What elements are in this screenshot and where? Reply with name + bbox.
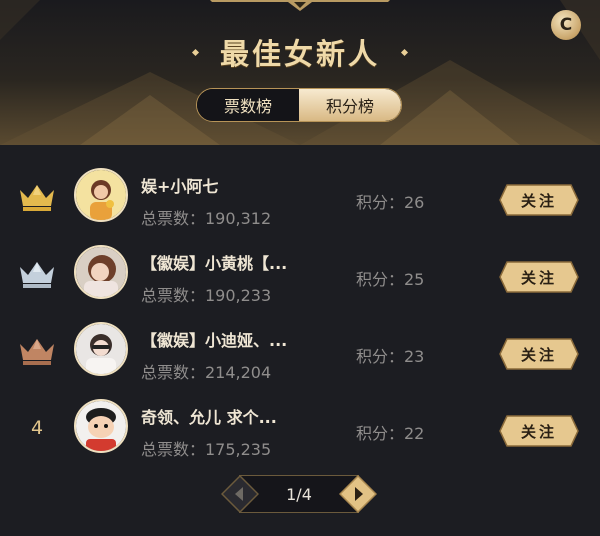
title-row: 最佳女新人 [0, 30, 600, 74]
tab-points[interactable]: 积分榜 [299, 89, 401, 121]
rank-number: 4 [30, 417, 44, 439]
top-ornament [210, 0, 390, 11]
bronze-crown-icon [20, 339, 54, 365]
avatar[interactable] [74, 399, 128, 453]
rank-badge [16, 180, 58, 214]
tab-votes[interactable]: 票数榜 [197, 89, 299, 121]
list-item: 娱+小阿七 总票数：190,312 积分：26 关注 [0, 158, 600, 234]
streamer-name[interactable]: 奇领、允儿 求个... [141, 404, 321, 428]
avatar[interactable] [74, 245, 128, 299]
follow-button[interactable]: 关注 [499, 184, 579, 216]
prev-page-button[interactable] [220, 474, 260, 514]
page-title: 最佳女新人 [219, 37, 380, 71]
pagination: 1/4 [220, 474, 378, 514]
total-votes: 总票数：175,235 [141, 440, 272, 459]
rank-badge [16, 334, 58, 368]
panel-header: C 最佳女新人 票数榜 积分榜 [0, 0, 600, 145]
chevron-right-icon [338, 474, 378, 514]
total-votes: 总票数：190,233 [141, 286, 272, 305]
silver-crown-icon [20, 262, 54, 288]
title-left-diamond [191, 48, 200, 56]
follow-button[interactable]: 关注 [499, 415, 579, 447]
ranking-panel: C 最佳女新人 票数榜 积分榜 娱+小阿七 总票数：190,312 积分：26 … [0, 0, 600, 536]
points: 积分：22 [356, 424, 425, 443]
streamer-name[interactable]: 【徽娱】小迪娅、... [141, 327, 321, 351]
points: 积分：23 [356, 347, 425, 366]
chevron-left-icon [220, 474, 260, 514]
next-page-button[interactable] [338, 474, 378, 514]
follow-button[interactable]: 关注 [499, 261, 579, 293]
list-item: 4 奇领、允儿 求个... 总票数：175,235 积分：22 关注 [0, 389, 600, 465]
gold-crown-icon [20, 185, 54, 211]
avatar[interactable] [74, 322, 128, 376]
rank-badge: 4 [16, 411, 58, 445]
rank-badge [16, 257, 58, 291]
total-votes: 总票数：214,204 [141, 363, 272, 382]
title-right-diamond [400, 48, 409, 56]
ranking-tabs: 票数榜 积分榜 [196, 88, 402, 122]
follow-button[interactable]: 关注 [499, 338, 579, 370]
avatar[interactable] [74, 168, 128, 222]
list-item: 【徽娱】小迪娅、... 总票数：214,204 积分：23 关注 [0, 312, 600, 388]
list-item: 【徽娱】小黄桃【... 总票数：190,233 积分：25 关注 [0, 235, 600, 311]
total-votes: 总票数：190,312 [141, 209, 272, 228]
streamer-name[interactable]: 【徽娱】小黄桃【... [141, 250, 321, 274]
points: 积分：26 [356, 193, 425, 212]
points: 积分：25 [356, 270, 425, 289]
streamer-name[interactable]: 娱+小阿七 [141, 173, 321, 197]
